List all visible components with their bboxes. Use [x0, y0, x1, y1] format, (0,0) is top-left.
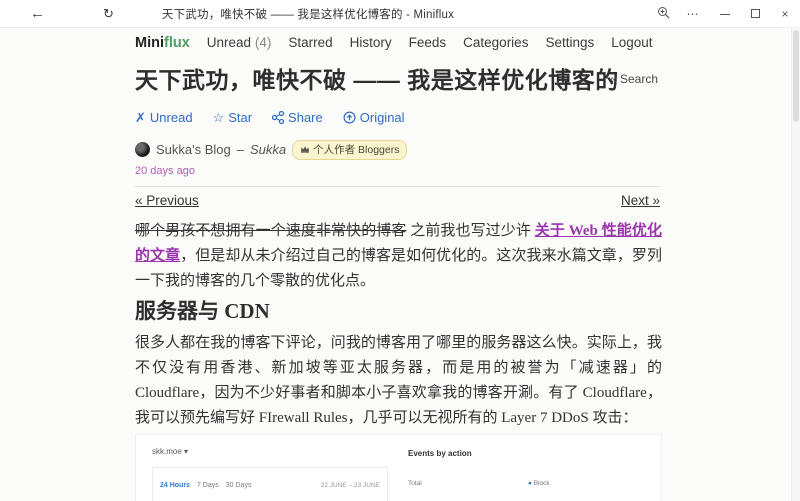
next-chevron: » [649, 193, 660, 208]
previous-link[interactable]: « Previous [135, 193, 199, 209]
events-by-action-title: Events by action [408, 441, 655, 466]
miniflux-page: Miniflux Unread (4) Starred History Feed… [0, 28, 660, 501]
paragraph-1: 哪个男孩不想拥有一个速度非常快的博客 之前我也写过少许 关于 Web 性能优化的… [135, 219, 662, 294]
category-badge-label: 个人作者 Bloggers [313, 142, 399, 157]
unread-count: (4) [255, 35, 272, 50]
analytics-left-panel: skk.moe ▾ 24 Hours 7 Days 30 Days 22 JUN… [136, 435, 396, 501]
feed-avatar [135, 142, 150, 157]
paragraph-1-tail: ，但是却从未介绍过自己的博客是如何优化的。这次我来水篇文章，罗列一下我的博客的几… [135, 248, 662, 289]
paragraph-1-text: 之前我也写过少许 [406, 223, 534, 239]
next-link[interactable]: Next » [621, 193, 660, 209]
range-tabs: 24 Hours 7 Days 30 Days 22 JUNE – 23 JUN… [160, 473, 380, 498]
external-link-icon [343, 111, 356, 124]
date-range: 22 JUNE – 23 JUNE [321, 473, 380, 498]
tab-24-hours[interactable]: 24 Hours [160, 473, 190, 498]
tab-30-days[interactable]: 30 Days [226, 473, 252, 498]
cloudflare-analytics-image: skk.moe ▾ 24 Hours 7 Days 30 Days 22 JUN… [135, 434, 662, 501]
main-nav: Miniflux Unread (4) Starred History Feed… [135, 33, 660, 52]
cross-icon: ✗ [135, 110, 146, 126]
maximize-button[interactable] [740, 7, 770, 21]
search-link[interactable]: « Search [610, 72, 658, 86]
nav-settings[interactable]: Settings [545, 35, 594, 50]
miniflux-logo[interactable]: Miniflux [135, 35, 190, 51]
minimize-button[interactable] [710, 7, 740, 21]
analytics-card: 24 Hours 7 Days 30 Days 22 JUNE – 23 JUN… [152, 467, 388, 501]
original-link[interactable]: Original [343, 110, 405, 125]
feed-link[interactable]: Sukka's Blog [156, 142, 231, 157]
nav-starred[interactable]: Starred [288, 35, 332, 50]
share-icon [272, 111, 284, 124]
section-heading-cdn: 服务器与 CDN [135, 299, 662, 324]
star-button[interactable]: ☆ Star [213, 110, 253, 126]
analytics-right-panel: Events by action Total 1.16M ● Block 1.1… [396, 435, 661, 501]
logo-mini: Mini [135, 35, 164, 51]
tab-title: 天下武功，唯快不破 —— 我是这样优化博客的 - Miniflux [162, 6, 454, 22]
entry-timestamp: 20 days ago [135, 165, 660, 177]
share-action-label: Share [288, 110, 323, 125]
logo-flux: flux [164, 35, 190, 51]
block-label-text: Block [532, 480, 550, 487]
share-button[interactable]: Share [272, 110, 323, 125]
nav-logout[interactable]: Logout [611, 35, 652, 50]
tab-7-days[interactable]: 7 Days [197, 473, 219, 498]
prev-chevron: « [135, 193, 146, 208]
prev-label: Previous [146, 193, 199, 208]
star-icon: ☆ [213, 110, 225, 126]
nav-unread[interactable]: Unread (4) [207, 35, 272, 50]
nav-feeds[interactable]: Feeds [409, 35, 447, 50]
unread-action-label: Unread [150, 110, 193, 125]
events-total-label: Total [408, 471, 528, 496]
entry-actions: ✗ Unread ☆ Star Share [135, 109, 660, 126]
site-selector: skk.moe ▾ [136, 437, 396, 467]
entry-content: 哪个男孩不想拥有一个速度非常快的博客 之前我也写过少许 关于 Web 性能优化的… [135, 219, 662, 501]
author-separator: – [237, 142, 244, 157]
category-badge[interactable]: 个人作者 Bloggers [292, 140, 407, 160]
author-name: Sukka [250, 142, 286, 157]
close-button[interactable]: × [770, 7, 800, 21]
entry-meta: Sukka's Blog – Sukka 个人作者 Bloggers [135, 141, 660, 158]
original-action-label: Original [360, 110, 405, 125]
crown-icon [300, 145, 310, 153]
minimize-icon [720, 14, 730, 15]
events-block-label: ● Block [528, 471, 648, 496]
nav-unread-label: Unread [207, 35, 251, 50]
events-stats: Total 1.16M ● Block 1.16M [408, 471, 655, 501]
magnifier-plus-icon [657, 6, 670, 19]
nav-history[interactable]: History [350, 35, 392, 50]
divider [135, 186, 660, 187]
nav-categories[interactable]: Categories [463, 35, 528, 50]
browser-window: ← ↻ 天下武功，唯快不破 —— 我是这样优化博客的 - Miniflux ⋯ … [0, 0, 800, 501]
toggle-unread-button[interactable]: ✗ Unread [135, 110, 193, 126]
zoom-in-icon[interactable] [650, 6, 676, 22]
star-action-label: Star [228, 110, 252, 125]
browser-titlebar: ← ↻ 天下武功，唯快不破 —— 我是这样优化博客的 - Miniflux ⋯ … [0, 0, 800, 28]
refresh-icon[interactable]: ↻ [103, 7, 114, 20]
scrollbar[interactable] [791, 28, 800, 501]
page-title: 天下武功，唯快不破 —— 我是这样优化博客的 [135, 65, 660, 96]
next-label: Next [621, 193, 649, 208]
more-menu-icon[interactable]: ⋯ [676, 7, 710, 21]
scrollbar-thumb[interactable] [793, 30, 799, 122]
paragraph-2: 很多人都在我的博客下评论，问我的博客用了哪里的服务器这么快。实际上，我不仅没有用… [135, 331, 662, 431]
back-icon[interactable]: ← [30, 6, 45, 21]
entry-pagination: « Previous Next » [135, 193, 660, 209]
maximize-icon [751, 9, 760, 18]
strikethrough-text: 哪个男孩不想拥有一个速度非常快的博客 [135, 223, 406, 239]
